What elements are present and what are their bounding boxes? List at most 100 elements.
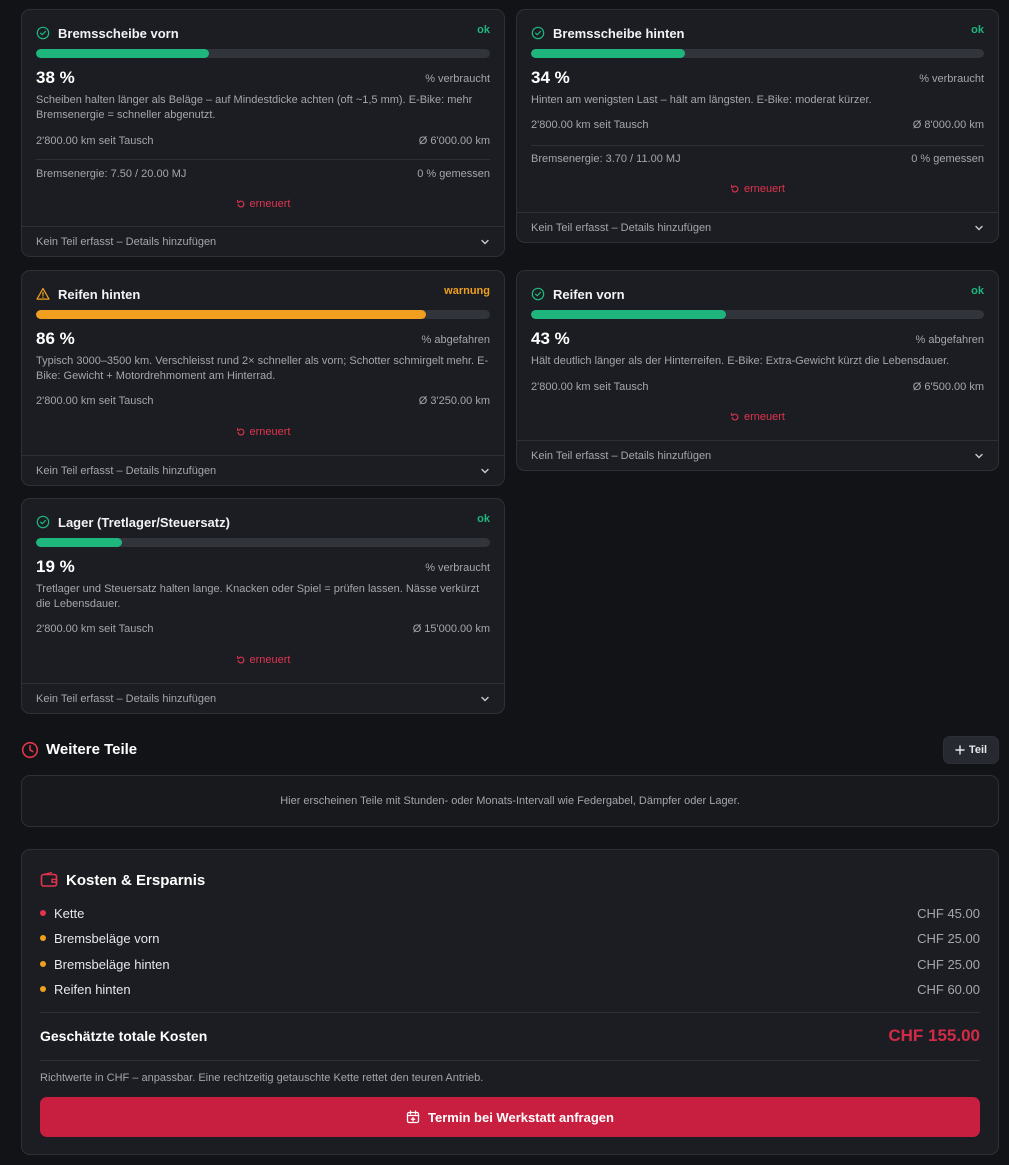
status-badge: ok — [477, 513, 490, 525]
divider — [40, 1012, 980, 1013]
progress-bar — [36, 538, 490, 547]
card-footer-details[interactable]: Kein Teil erfasst – Details hinzufügen — [517, 440, 998, 470]
info-box: Hier erscheinen Teile mit Stunden- oder … — [21, 775, 999, 827]
renew-button[interactable]: erneuert — [22, 426, 504, 438]
footer-label: Kein Teil erfasst – Details hinzufügen — [36, 464, 217, 477]
renew-button[interactable]: erneuert — [22, 654, 504, 666]
renew-button[interactable]: erneuert — [517, 411, 998, 423]
brake-energy: Bremsenergie: 3.70 / 11.00 MJ — [531, 153, 681, 165]
cost-item-amount: CHF 25.00 — [917, 930, 980, 946]
card-title: Reifen vorn — [553, 287, 625, 302]
km-since: 2'800.00 km seit Tausch — [36, 135, 154, 147]
cost-row: Reifen hinten CHF 60.00 — [40, 979, 980, 999]
footer-label: Kein Teil erfasst – Details hinzufügen — [36, 692, 217, 705]
card-description: Hinten am wenigsten Last – hält am längs… — [531, 94, 872, 106]
divider — [40, 1060, 980, 1061]
brake-energy: Bremsenergie: 7.50 / 20.00 MJ — [36, 168, 187, 180]
cost-item-name: Bremsbeläge hinten — [54, 956, 170, 972]
add-part-label: Teil — [968, 744, 988, 756]
progress-fill — [36, 310, 427, 319]
clock-icon — [21, 741, 39, 759]
percent-value: 34 % — [531, 68, 570, 87]
energy-row: Bremsenergie: 3.70 / 11.00 MJ 0 % gemess… — [531, 153, 984, 165]
avg-lifetime: Ø 6'000.00 km — [418, 135, 490, 147]
measured-percent: 0 % gemessen — [417, 168, 490, 180]
status-dot — [40, 935, 46, 941]
measured-percent: 0 % gemessen — [911, 153, 984, 165]
costs-note: Richtwerte in CHF – anpassbar. Eine rech… — [40, 1072, 484, 1084]
footer-label: Kein Teil erfasst – Details hinzufügen — [531, 221, 712, 234]
cost-item-name: Bremsbeläge vorn — [54, 930, 160, 946]
warning-triangle-icon — [36, 287, 50, 300]
progress-bar — [531, 49, 984, 58]
check-circle-icon — [531, 287, 545, 301]
card-description: Typisch 3000–3500 km. Verschleisst rund … — [36, 355, 489, 382]
km-row: 2'800.00 km seit Tausch Ø 3'250.00 km — [36, 395, 490, 407]
km-since: 2'800.00 km seit Tausch — [531, 119, 649, 131]
cost-item-name: Kette — [54, 905, 85, 921]
wallet-icon — [40, 871, 58, 887]
renew-button[interactable]: erneuert — [517, 183, 998, 195]
renew-label: erneuert — [249, 198, 291, 210]
renew-label: erneuert — [249, 654, 291, 666]
plus-icon — [955, 745, 965, 755]
part-card-bremsscheibe-vorn: Bremsscheibe vorn ok 38 % % verbraucht S… — [21, 9, 505, 257]
percent-label: % abgefahren — [421, 334, 491, 346]
percent-value: 38 % — [36, 68, 75, 87]
refresh-icon — [730, 412, 739, 421]
avg-lifetime: Ø 6'500.00 km — [912, 381, 984, 393]
add-part-button[interactable]: Teil — [943, 736, 999, 764]
total-row: Geschätzte totale Kosten CHF 155.00 — [40, 1026, 980, 1046]
part-card-bremsscheibe-hinten: Bremsscheibe hinten ok 34 % % verbraucht… — [516, 9, 999, 243]
percent-value: 86 % — [36, 329, 75, 348]
renew-button[interactable]: erneuert — [22, 198, 504, 210]
status-badge: warnung — [444, 285, 490, 297]
km-since: 2'800.00 km seit Tausch — [36, 623, 154, 635]
check-circle-icon — [531, 26, 545, 40]
chevron-down-icon — [975, 225, 983, 230]
percent-label: % verbraucht — [919, 73, 984, 85]
total-value: CHF 155.00 — [888, 1026, 980, 1045]
km-row: 2'800.00 km seit Tausch Ø 6'000.00 km — [36, 135, 490, 147]
footer-label: Kein Teil erfasst – Details hinzufügen — [531, 449, 712, 462]
card-footer-details[interactable]: Kein Teil erfasst – Details hinzufügen — [22, 455, 504, 485]
divider — [36, 159, 490, 160]
refresh-icon — [236, 199, 244, 208]
km-row: 2'800.00 km seit Tausch Ø 8'000.00 km — [531, 119, 984, 131]
percent-value: 19 % — [36, 557, 75, 576]
cost-row: Kette CHF 45.00 — [40, 903, 980, 923]
card-title: Reifen hinten — [58, 287, 141, 302]
status-dot — [40, 910, 46, 916]
divider — [531, 145, 984, 146]
progress-fill — [36, 49, 209, 58]
card-footer-details[interactable]: Kein Teil erfasst – Details hinzufügen — [22, 226, 504, 256]
progress-bar — [531, 310, 984, 319]
renew-label: erneuert — [249, 426, 291, 438]
calendar-plus-icon — [406, 1110, 420, 1124]
card-description: Scheiben halten länger als Beläge – auf … — [36, 94, 473, 121]
status-badge: ok — [971, 24, 984, 36]
cost-row: Bremsbeläge vorn CHF 25.00 — [40, 928, 980, 948]
percent-value: 43 % — [531, 329, 570, 348]
card-footer-details[interactable]: Kein Teil erfasst – Details hinzufügen — [22, 683, 504, 713]
card-title: Bremsscheibe vorn — [58, 26, 179, 41]
request-appointment-button[interactable]: Termin bei Werkstatt anfragen — [40, 1097, 980, 1137]
cost-item-amount: CHF 60.00 — [917, 981, 980, 997]
cost-item-amount: CHF 45.00 — [917, 905, 980, 921]
part-card-reifen-vorn: Reifen vorn ok 43 % % abgefahren Hält de… — [516, 270, 999, 471]
check-circle-icon — [36, 515, 50, 529]
km-since: 2'800.00 km seit Tausch — [36, 395, 154, 407]
chevron-down-icon — [975, 453, 983, 458]
cta-label: Termin bei Werkstatt anfragen — [428, 1109, 614, 1125]
percent-label: % verbraucht — [425, 562, 490, 574]
card-footer-details[interactable]: Kein Teil erfasst – Details hinzufügen — [517, 212, 998, 242]
progress-fill — [36, 538, 123, 547]
card-title: Lager (Tretlager/Steuersatz) — [58, 515, 230, 530]
avg-lifetime: Ø 8'000.00 km — [912, 119, 984, 131]
check-circle-icon — [36, 26, 50, 40]
card-description: Tretlager und Steuersatz halten lange. K… — [36, 583, 480, 610]
status-dot — [40, 986, 46, 992]
percent-label: % abgefahren — [915, 334, 985, 346]
costs-panel: Kosten & Ersparnis Kette CHF 45.00 Brems… — [21, 849, 999, 1155]
progress-fill — [531, 49, 686, 58]
